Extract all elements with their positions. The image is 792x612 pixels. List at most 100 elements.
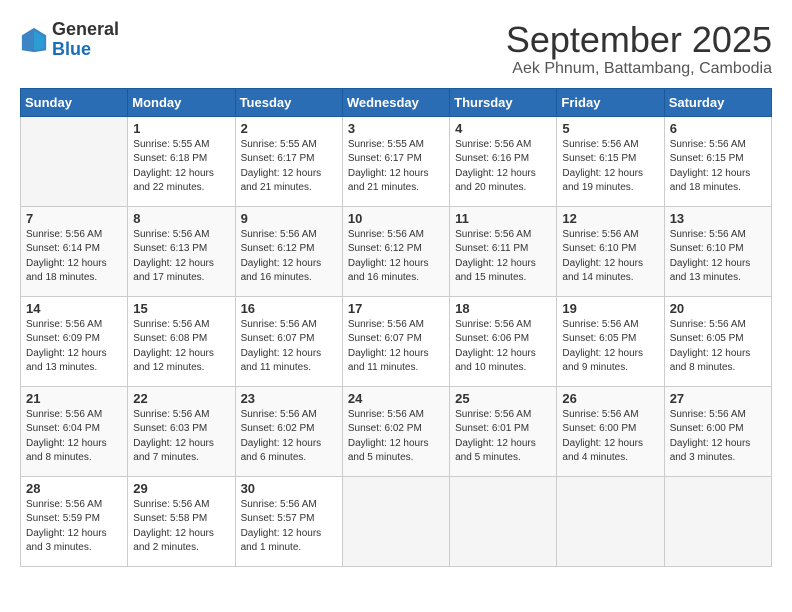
day-info: Sunrise: 5:56 AMSunset: 6:16 PMDaylight:… xyxy=(455,138,551,196)
day-number: 11 xyxy=(455,211,551,226)
day-number: 24 xyxy=(348,391,444,406)
day-info: Sunrise: 5:55 AMSunset: 6:18 PMDaylight:… xyxy=(133,138,229,196)
day-number: 8 xyxy=(133,211,229,226)
day-number: 18 xyxy=(455,301,551,316)
header-day-saturday: Saturday xyxy=(664,88,771,116)
day-number: 21 xyxy=(26,391,122,406)
calendar-cell: 28 Sunrise: 5:56 AMSunset: 5:59 PMDayligh… xyxy=(21,476,128,566)
day-info: Sunrise: 5:56 AMSunset: 5:57 PMDaylight:… xyxy=(241,498,337,556)
day-number: 14 xyxy=(26,301,122,316)
calendar-cell xyxy=(664,476,771,566)
day-number: 25 xyxy=(455,391,551,406)
day-number: 12 xyxy=(562,211,658,226)
day-info: Sunrise: 5:56 AMSunset: 6:12 PMDaylight:… xyxy=(348,228,444,286)
calendar-cell: 12Sunrise: 5:56 AMSunset: 6:10 PMDayligh… xyxy=(557,206,664,296)
day-number: 19 xyxy=(562,301,658,316)
day-number: 29 xyxy=(133,481,229,496)
calendar-cell: 14 Sunrise: 5:56 AMSunset: 6:09 PMDayligh… xyxy=(21,296,128,386)
day-info: Sunrise: 5:56 AMSunset: 6:07 PMDaylight:… xyxy=(348,318,444,376)
day-number: 1 xyxy=(133,121,229,136)
day-info: Sunrise: 5:56 AMSunset: 6:06 PMDaylight:… xyxy=(455,318,551,376)
day-number: 28 xyxy=(26,481,122,496)
header: General Blue September 2025 Aek Phnum, B… xyxy=(20,20,772,78)
day-info: Sunrise: 5:55 AMSunset: 6:17 PMDaylight:… xyxy=(241,138,337,196)
day-info: Sunrise: 5:56 AMSunset: 6:02 PMDaylight:… xyxy=(241,408,337,466)
calendar-cell: 10 Sunrise: 5:56 AMSunset: 6:12 PMDayligh… xyxy=(342,206,449,296)
calendar-title: September 2025 xyxy=(506,20,772,60)
day-number: 22 xyxy=(133,391,229,406)
day-number: 4 xyxy=(455,121,551,136)
day-number: 13 xyxy=(670,211,766,226)
calendar-cell: 22 Sunrise: 5:56 AMSunset: 6:03 PMDayligh… xyxy=(128,386,235,476)
calendar-cell: 25 Sunrise: 5:56 AMSunset: 6:01 PMDayligh… xyxy=(450,386,557,476)
logo: General Blue xyxy=(20,20,119,60)
day-info: Sunrise: 5:56 AMSunset: 6:03 PMDaylight:… xyxy=(133,408,229,466)
day-info: Sunrise: 5:56 AMSunset: 6:02 PMDaylight:… xyxy=(348,408,444,466)
day-info: Sunrise: 5:56 AMSunset: 6:08 PMDaylight:… xyxy=(133,318,229,376)
calendar-cell: 2 Sunrise: 5:55 AMSunset: 6:17 PMDaylight… xyxy=(235,116,342,206)
calendar-cell: 7 Sunrise: 5:56 AMSunset: 6:14 PMDaylight… xyxy=(21,206,128,296)
title-section: September 2025 Aek Phnum, Battambang, Ca… xyxy=(506,20,772,78)
calendar-cell: 26Sunrise: 5:56 AMSunset: 6:00 PMDayligh… xyxy=(557,386,664,476)
day-number: 23 xyxy=(241,391,337,406)
day-number: 5 xyxy=(562,121,658,136)
calendar-subtitle: Aek Phnum, Battambang, Cambodia xyxy=(506,60,772,78)
calendar-cell: 27 Sunrise: 5:56 AMSunset: 6:00 PMDayligh… xyxy=(664,386,771,476)
day-info: Sunrise: 5:56 AMSunset: 6:07 PMDaylight:… xyxy=(241,318,337,376)
calendar-cell: 13 Sunrise: 5:56 AMSunset: 6:10 PMDayligh… xyxy=(664,206,771,296)
logo-icon xyxy=(20,26,48,54)
day-info: Sunrise: 5:56 AMSunset: 6:12 PMDaylight:… xyxy=(241,228,337,286)
calendar-cell xyxy=(557,476,664,566)
day-info: Sunrise: 5:56 AMSunset: 6:05 PMDaylight:… xyxy=(670,318,766,376)
calendar-cell: 24 Sunrise: 5:56 AMSunset: 6:02 PMDayligh… xyxy=(342,386,449,476)
calendar-table: SundayMondayTuesdayWednesdayThursdayFrid… xyxy=(20,88,772,567)
calendar-cell: 5Sunrise: 5:56 AMSunset: 6:15 PMDaylight… xyxy=(557,116,664,206)
day-info: Sunrise: 5:56 AMSunset: 6:04 PMDaylight:… xyxy=(26,408,122,466)
day-info: Sunrise: 5:56 AMSunset: 6:10 PMDaylight:… xyxy=(670,228,766,286)
calendar-cell: 3Sunrise: 5:55 AMSunset: 6:17 PMDaylight… xyxy=(342,116,449,206)
header-day-thursday: Thursday xyxy=(450,88,557,116)
day-info: Sunrise: 5:56 AMSunset: 6:01 PMDaylight:… xyxy=(455,408,551,466)
calendar-cell: 15 Sunrise: 5:56 AMSunset: 6:08 PMDayligh… xyxy=(128,296,235,386)
day-number: 17 xyxy=(348,301,444,316)
calendar-cell xyxy=(342,476,449,566)
day-number: 16 xyxy=(241,301,337,316)
day-info: Sunrise: 5:56 AMSunset: 5:59 PMDaylight:… xyxy=(26,498,122,556)
day-info: Sunrise: 5:56 AMSunset: 6:15 PMDaylight:… xyxy=(670,138,766,196)
calendar-cell: 11 Sunrise: 5:56 AMSunset: 6:11 PMDayligh… xyxy=(450,206,557,296)
day-number: 10 xyxy=(348,211,444,226)
day-info: Sunrise: 5:56 AMSunset: 6:05 PMDaylight:… xyxy=(562,318,658,376)
calendar-cell xyxy=(21,116,128,206)
calendar-cell: 20Sunrise: 5:56 AMSunset: 6:05 PMDayligh… xyxy=(664,296,771,386)
calendar-cell: 23 Sunrise: 5:56 AMSunset: 6:02 PMDayligh… xyxy=(235,386,342,476)
header-day-monday: Monday xyxy=(128,88,235,116)
calendar-cell: 1 Sunrise: 5:55 AMSunset: 6:18 PMDaylight… xyxy=(128,116,235,206)
calendar-cell: 6Sunrise: 5:56 AMSunset: 6:15 PMDaylight… xyxy=(664,116,771,206)
day-number: 3 xyxy=(348,121,444,136)
calendar-cell: 16 Sunrise: 5:56 AMSunset: 6:07 PMDayligh… xyxy=(235,296,342,386)
calendar-header: SundayMondayTuesdayWednesdayThursdayFrid… xyxy=(21,88,772,116)
logo-text: General Blue xyxy=(52,20,119,60)
day-info: Sunrise: 5:56 AMSunset: 6:11 PMDaylight:… xyxy=(455,228,551,286)
calendar-cell: 29 Sunrise: 5:56 AMSunset: 5:58 PMDayligh… xyxy=(128,476,235,566)
calendar-cell: 30 Sunrise: 5:56 AMSunset: 5:57 PMDayligh… xyxy=(235,476,342,566)
day-number: 9 xyxy=(241,211,337,226)
day-info: Sunrise: 5:56 AMSunset: 6:00 PMDaylight:… xyxy=(670,408,766,466)
calendar-cell: 17 Sunrise: 5:56 AMSunset: 6:07 PMDayligh… xyxy=(342,296,449,386)
day-info: Sunrise: 5:56 AMSunset: 6:09 PMDaylight:… xyxy=(26,318,122,376)
calendar-cell: 9 Sunrise: 5:56 AMSunset: 6:12 PMDaylight… xyxy=(235,206,342,296)
day-info: Sunrise: 5:56 AMSunset: 6:14 PMDaylight:… xyxy=(26,228,122,286)
day-info: Sunrise: 5:56 AMSunset: 6:00 PMDaylight:… xyxy=(562,408,658,466)
calendar-cell: 18 Sunrise: 5:56 AMSunset: 6:06 PMDayligh… xyxy=(450,296,557,386)
day-number: 7 xyxy=(26,211,122,226)
day-number: 15 xyxy=(133,301,229,316)
day-info: Sunrise: 5:56 AMSunset: 5:58 PMDaylight:… xyxy=(133,498,229,556)
header-day-tuesday: Tuesday xyxy=(235,88,342,116)
calendar-cell: 21 Sunrise: 5:56 AMSunset: 6:04 PMDayligh… xyxy=(21,386,128,476)
calendar-cell: 4 Sunrise: 5:56 AMSunset: 6:16 PMDaylight… xyxy=(450,116,557,206)
header-day-friday: Friday xyxy=(557,88,664,116)
day-number: 2 xyxy=(241,121,337,136)
header-day-sunday: Sunday xyxy=(21,88,128,116)
day-number: 30 xyxy=(241,481,337,496)
day-number: 27 xyxy=(670,391,766,406)
